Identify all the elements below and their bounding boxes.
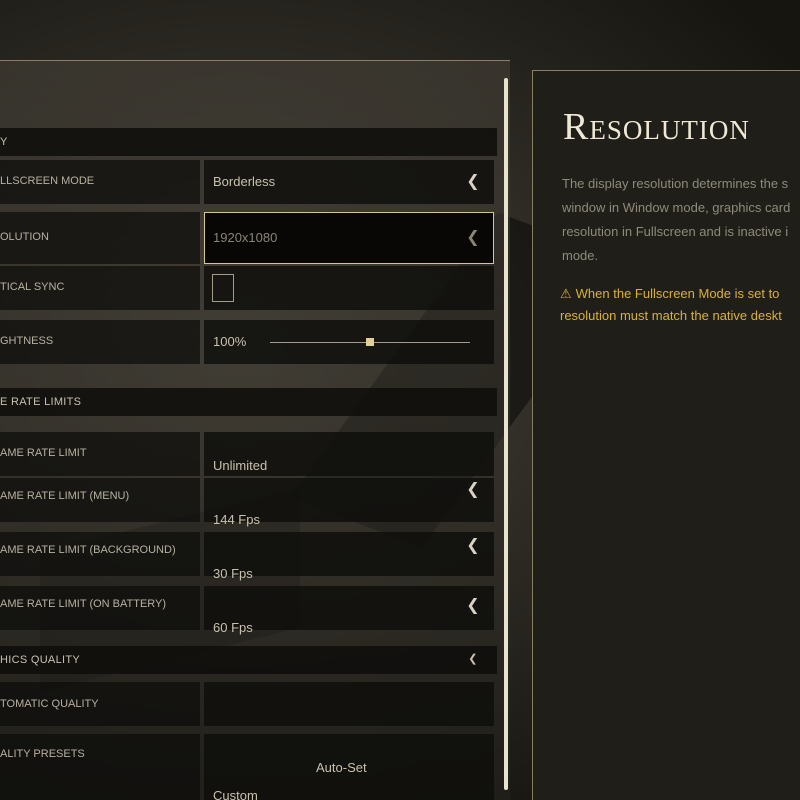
row-label: ALITY PRESETS [0, 748, 85, 760]
info-line: window in Window mode, graphics card [562, 200, 791, 215]
section-header-display: Y [0, 128, 497, 156]
row-value: 100% [213, 334, 247, 349]
row-value: 1920x1080 [213, 230, 278, 245]
setting-row-resolution[interactable]: OLUTION 1920x1080 ❮ [0, 212, 497, 264]
row-value: 144 Fps [213, 512, 260, 527]
setting-row-fullscreen-mode[interactable]: LLSCREEN MODE Borderless ❮ [0, 160, 497, 204]
chevron-left-icon[interactable]: ❮ [466, 536, 480, 554]
setting-row-brightness[interactable]: GHTNESS 100% [0, 320, 497, 364]
section-header-label: Y [0, 136, 8, 148]
section-header-graphics-quality: HICS QUALITY ❮ [0, 646, 497, 674]
chevron-left-icon[interactable]: ❮ [466, 480, 480, 498]
quality-preset-value: Custom [213, 788, 258, 800]
row-value: Unlimited [213, 458, 268, 473]
warning-line: resolution must match the native deskt [560, 308, 782, 323]
row-label: LLSCREEN MODE [0, 175, 95, 187]
vertical-sync-checkbox[interactable] [212, 274, 234, 302]
setting-row-frame-rate-limit[interactable]: AME RATE LIMIT Unlimited [0, 432, 497, 476]
row-label: TOMATIC QUALITY [0, 698, 99, 710]
info-line: resolution in Fullscreen and is inactive… [562, 224, 789, 239]
row-label: GHTNESS [0, 335, 54, 347]
row-value: 60 Fps [213, 620, 253, 635]
row-label: AME RATE LIMIT [0, 447, 87, 459]
chevron-left-icon[interactable]: ❮ [466, 596, 480, 614]
setting-row-automatic-quality[interactable]: TOMATIC QUALITY [0, 682, 497, 726]
section-header-frame-rate-limits: E RATE LIMITS [0, 388, 497, 416]
info-title: Resolution [563, 106, 750, 148]
setting-row-vertical-sync[interactable]: TICAL SYNC [0, 266, 497, 310]
setting-row-frame-rate-limit-menu[interactable]: AME RATE LIMIT (MENU) 144 Fps ❮ [0, 478, 497, 527]
row-label: AME RATE LIMIT (MENU) [0, 490, 130, 502]
row-label: AME RATE LIMIT (BACKGROUND) [0, 544, 176, 556]
section-header-label: HICS QUALITY [0, 654, 81, 666]
setting-row-frame-rate-limit-background[interactable]: AME RATE LIMIT (BACKGROUND) 30 Fps ❮ [0, 532, 497, 581]
chevron-left-icon[interactable]: ❮ [466, 172, 480, 190]
row-value: Borderless [213, 174, 276, 189]
auto-set-button[interactable]: Auto-Set [316, 760, 367, 775]
info-line: The display resolution determines the s [562, 176, 789, 191]
row-label: OLUTION [0, 231, 49, 243]
section-header-label: E RATE LIMITS [0, 396, 82, 408]
setting-row-frame-rate-limit-battery[interactable]: AME RATE LIMIT (ON BATTERY) 60 Fps ❮ [0, 586, 497, 635]
warning-icon: ⚠ [560, 286, 572, 301]
game-settings-screen: Y LLSCREEN MODE Borderless ❮ OLUTION 192… [0, 0, 800, 800]
info-warning: ⚠ When the Fullscreen Mode is set to reso… [560, 283, 800, 327]
row-label: AME RATE LIMIT (ON BATTERY) [0, 598, 167, 610]
warning-line: When the Fullscreen Mode is set to [575, 286, 780, 301]
row-value: 30 Fps [213, 566, 253, 581]
scrollbar[interactable] [504, 78, 508, 790]
brightness-slider-thumb[interactable] [366, 338, 374, 346]
info-description: The display resolution determines the s … [562, 172, 800, 268]
chevron-left-icon[interactable]: ❮ [466, 228, 480, 246]
info-line: mode. [562, 248, 599, 263]
row-label: TICAL SYNC [0, 281, 65, 293]
chevron-left-icon[interactable]: ❮ [466, 650, 480, 668]
